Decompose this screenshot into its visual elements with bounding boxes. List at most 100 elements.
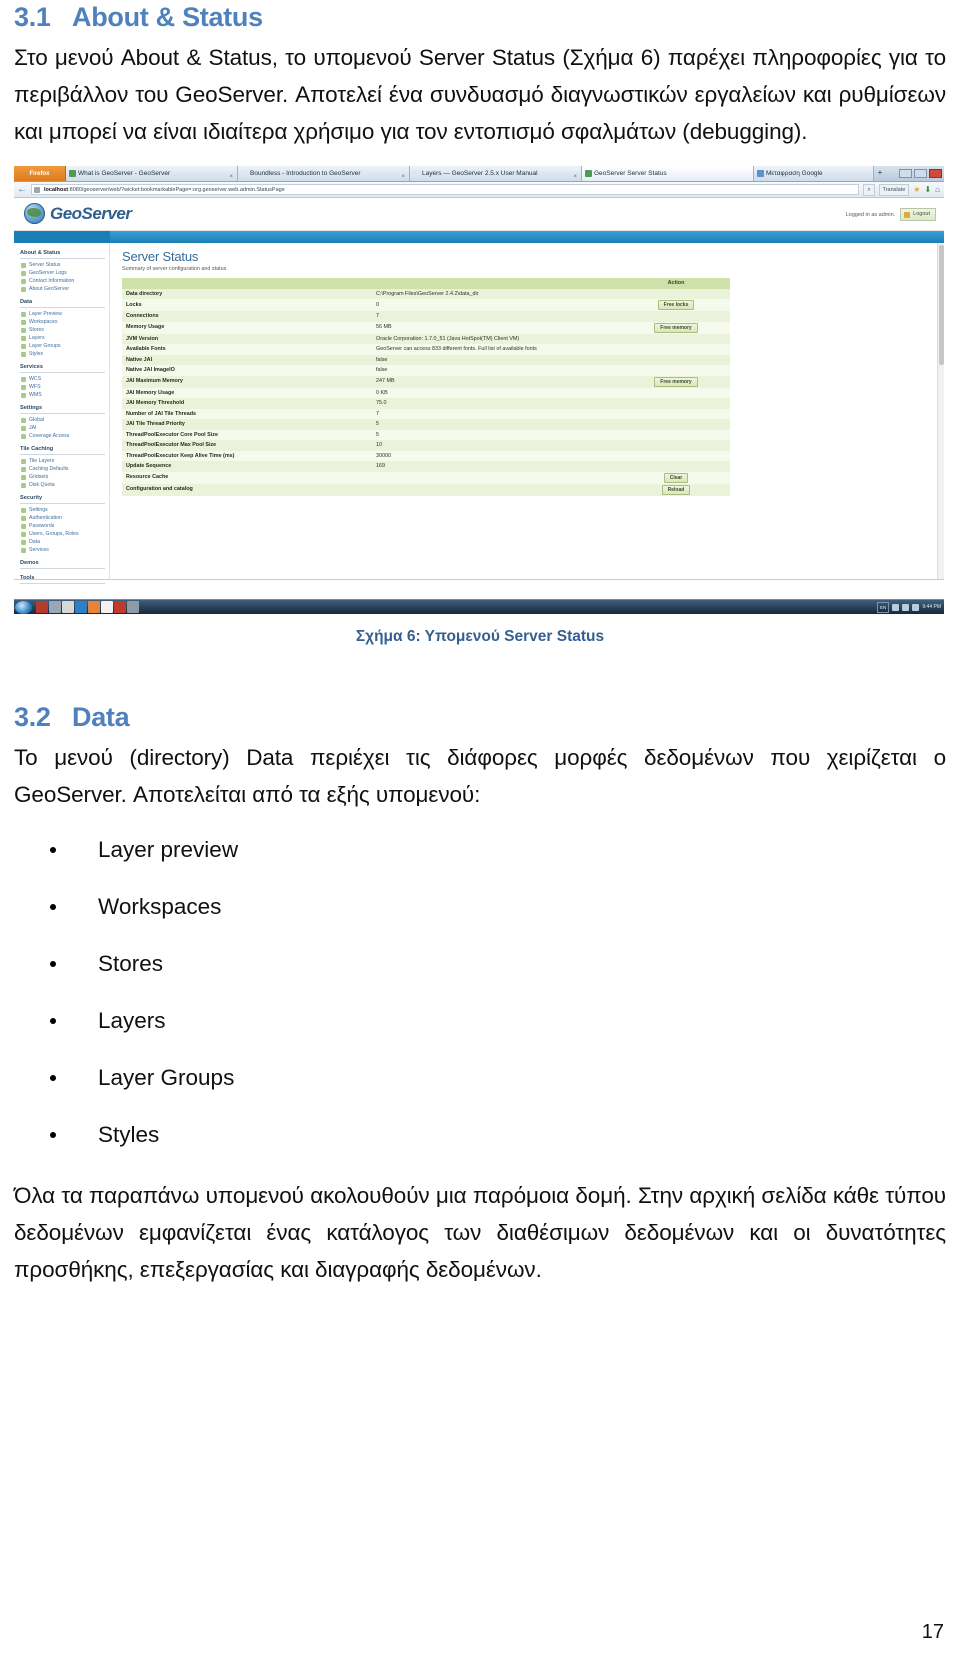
- sidebar-item-global[interactable]: Global: [20, 416, 105, 424]
- tray-icon[interactable]: [892, 603, 900, 611]
- table-row: JAI Tile Thread Priority 5: [122, 419, 730, 430]
- browser-tab-active[interactable]: GeoServer Server Status: [582, 166, 754, 181]
- browser-urlbar: ← localhost:8080/geoserver/web/?wicket:b…: [14, 182, 944, 198]
- table-row: Resource Cache Clear: [122, 471, 730, 484]
- minimize-icon[interactable]: [899, 169, 912, 178]
- app-icon[interactable]: [114, 601, 126, 613]
- table-row: ThreadPoolExecutor Max Pool Size 10: [122, 440, 730, 451]
- tab-favicon-icon: [757, 170, 764, 177]
- sidebar-item-layer-preview[interactable]: Layer Preview: [20, 310, 105, 318]
- translate-button[interactable]: Translate: [878, 183, 910, 196]
- status-action-cell: [622, 311, 730, 322]
- geoserver-accent-bar: [14, 231, 944, 243]
- status-value: Oracle Corporation: 1.7.0_51 (Java HotSp…: [372, 333, 622, 344]
- status-action-cell: [622, 365, 730, 376]
- sidebar-item-security-settings[interactable]: Settings: [20, 506, 105, 514]
- sidebar-group-tile-caching: Tile Caching Tile Layers Caching Default…: [20, 445, 105, 489]
- app-icon[interactable]: [49, 601, 61, 613]
- page-scrollbar[interactable]: [937, 243, 944, 579]
- sidebar-item-server-status[interactable]: Server Status: [20, 261, 105, 269]
- taskbar-clock[interactable]: 9:44 PM: [922, 604, 941, 610]
- sidebar-item-wms[interactable]: WMS: [20, 391, 105, 399]
- list-item: Styles: [14, 1120, 946, 1150]
- paragraph-3-1: Στο μενού About & Status, το υπομενού Se…: [14, 45, 946, 144]
- status-value: 75.0: [372, 398, 622, 409]
- language-indicator[interactable]: EN: [876, 601, 890, 613]
- status-value: false: [372, 354, 622, 365]
- page-subtitle: Summary of server configuration and stat…: [122, 266, 227, 272]
- sidebar-item-about-geoserver[interactable]: About GeoServer: [20, 285, 105, 293]
- tab-favicon-icon: [69, 170, 76, 177]
- sidebar-item-caching-defaults[interactable]: Caching Defaults: [20, 465, 105, 473]
- status-action-cell: Free memory: [622, 375, 730, 388]
- sidebar-item-layers[interactable]: Layers: [20, 334, 105, 342]
- sidebar-group-title[interactable]: Demos: [20, 559, 105, 569]
- sidebar-item-tile-layers[interactable]: Tile Layers: [20, 457, 105, 465]
- status-action-cell: [622, 419, 730, 430]
- sidebar-item-geoserver-logs[interactable]: GeoServer Logs: [20, 269, 105, 277]
- sidebar-item-coverage-access[interactable]: Coverage Access: [20, 432, 105, 440]
- action-button[interactable]: Reload: [661, 484, 691, 495]
- sidebar-item-wfs[interactable]: WFS: [20, 383, 105, 391]
- home-icon[interactable]: ⌂: [935, 185, 940, 194]
- tab-close-icon[interactable]: ×: [229, 169, 233, 181]
- paragraph-3-2-closing: Όλα τα παραπάνω υπομενού ακολουθούν μια …: [14, 1183, 946, 1282]
- sidebar-item-wcs[interactable]: WCS: [20, 375, 105, 383]
- logout-button[interactable]: Logout: [900, 208, 936, 221]
- sidebar-item-users-groups-roles[interactable]: Users, Groups, Roles: [20, 530, 105, 538]
- status-property: JAI Memory Threshold: [122, 398, 372, 409]
- status-action-cell: Free memory: [622, 321, 730, 334]
- column-header: [372, 278, 622, 289]
- sidebar-item-jai[interactable]: JAI: [20, 424, 105, 432]
- sidebar-item-layer-groups[interactable]: Layer Groups: [20, 342, 105, 350]
- tray-icon[interactable]: [902, 603, 910, 611]
- action-button[interactable]: Free memory: [654, 376, 698, 387]
- column-header-action: Action: [622, 278, 730, 289]
- sidebar-item-authentication[interactable]: Authentication: [20, 514, 105, 522]
- sidebar-item-gridsets[interactable]: Gridsets: [20, 473, 105, 481]
- app-icon[interactable]: [101, 601, 113, 613]
- browser-tab[interactable]: What is GeoServer - GeoServer ×: [66, 166, 238, 181]
- close-icon[interactable]: [929, 169, 942, 178]
- sidebar-item-security-data[interactable]: Data: [20, 538, 105, 546]
- browser-tab[interactable]: Layers — GeoServer 2.5.x User Manual ×: [410, 166, 582, 181]
- app-icon[interactable]: [36, 601, 48, 613]
- action-button[interactable]: Clear: [663, 472, 689, 483]
- back-icon[interactable]: ←: [17, 184, 27, 195]
- app-icon[interactable]: [127, 601, 139, 613]
- geoserver-logo[interactable]: GeoServer: [24, 203, 132, 224]
- sidebar-group-title[interactable]: Tools: [20, 574, 105, 584]
- scrollbar-thumb[interactable]: [939, 245, 944, 365]
- browser-tab[interactable]: Μεταφραση Google: [754, 166, 874, 181]
- action-button[interactable]: Free locks: [657, 300, 695, 310]
- new-tab-button[interactable]: +: [874, 166, 886, 181]
- sidebar-item-styles[interactable]: Styles: [20, 350, 105, 358]
- downloads-icon[interactable]: ⬇: [924, 185, 931, 194]
- url-host: localhost: [44, 187, 69, 193]
- status-value: 5: [372, 419, 622, 430]
- app-icon[interactable]: [75, 601, 87, 613]
- status-value: [372, 483, 622, 496]
- tab-close-icon[interactable]: ×: [401, 169, 405, 181]
- status-action-cell: [622, 450, 730, 461]
- sidebar-item-contact-information[interactable]: Contact Information: [20, 277, 105, 285]
- sidebar-item-stores[interactable]: Stores: [20, 326, 105, 334]
- tab-close-icon[interactable]: ×: [573, 169, 577, 181]
- table-row: JAI Maximum Memory 247 MB Free memory: [122, 375, 730, 388]
- table-row: Configuration and catalog Reload: [122, 483, 730, 496]
- app-icon[interactable]: [62, 601, 74, 613]
- sidebar-item-disk-quota[interactable]: Disk Quota: [20, 481, 105, 489]
- sidebar-item-workspaces[interactable]: Workspaces: [20, 318, 105, 326]
- tray-icon[interactable]: [912, 603, 920, 611]
- action-button[interactable]: Free memory: [654, 322, 698, 333]
- sidebar-item-security-services[interactable]: Services: [20, 546, 105, 554]
- bookmark-star-icon[interactable]: ★: [913, 185, 920, 194]
- maximize-icon[interactable]: [914, 169, 927, 178]
- browser-tab[interactable]: Boundless - Introduction to GeoServer ×: [238, 166, 410, 181]
- search-engine-selector[interactable]: ⌕: [863, 183, 875, 196]
- sidebar-item-passwords[interactable]: Passwords: [20, 522, 105, 530]
- address-input[interactable]: localhost:8080/geoserver/web/?wicket:boo…: [31, 184, 860, 195]
- start-button-icon[interactable]: [15, 600, 32, 614]
- firefox-taskbar-icon[interactable]: [88, 601, 100, 613]
- firefox-menu-button[interactable]: Firefox: [14, 166, 66, 181]
